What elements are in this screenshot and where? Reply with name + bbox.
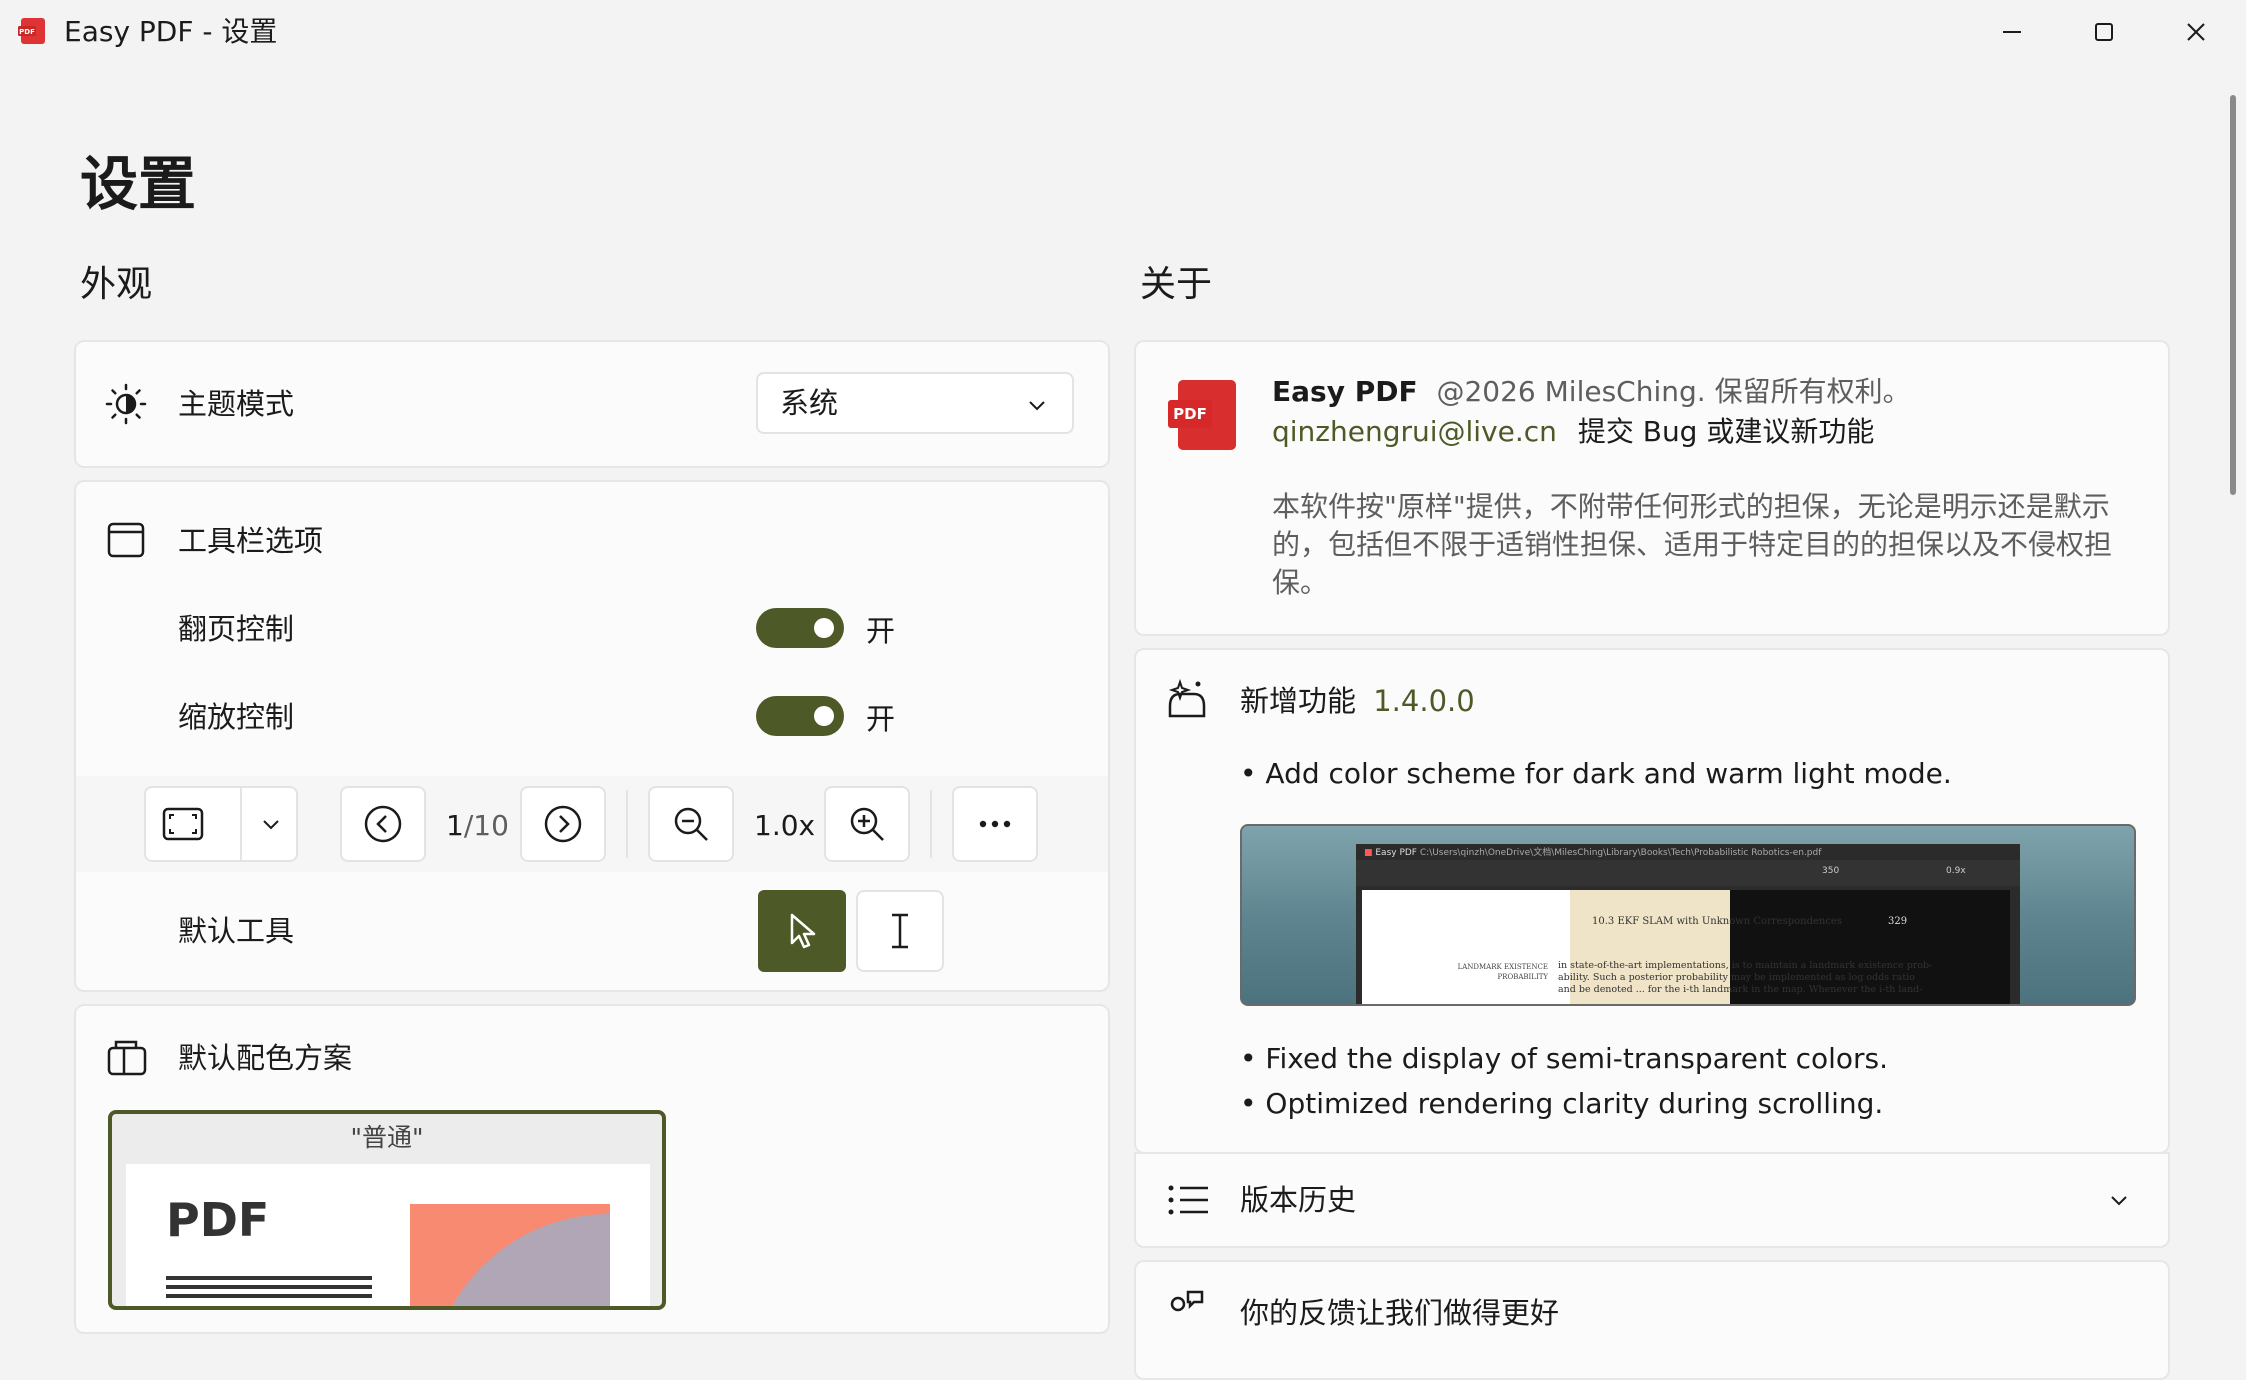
chevron-down-icon[interactable]: [2108, 1189, 2130, 1211]
list-icon: [1166, 1180, 1212, 1224]
page-title: 设置: [80, 150, 197, 218]
preview-pdf-text: PDF: [166, 1193, 270, 1247]
color-scheme-option-normal[interactable]: "普通" PDF: [108, 1110, 666, 1310]
pdf-app-logo: PDF: [1168, 378, 1240, 456]
zoom-control-state: 开: [866, 702, 896, 736]
prev-page-button[interactable]: [340, 786, 426, 862]
copyright-text: @2026 MilesChing. 保留所有权利。: [1436, 375, 1911, 408]
feedback-icon: [1166, 1288, 1206, 1332]
minimize-icon: [2003, 31, 2021, 33]
zoom-control-label: 缩放控制: [178, 700, 295, 734]
color-scheme-preview: PDF: [126, 1164, 650, 1306]
zoom-level: 1.0x: [754, 809, 816, 842]
feedback-label: 你的反馈让我们做得更好: [1240, 1296, 1560, 1330]
whats-new-screenshot: ■ Easy PDF C:\Users\qinzh\OneDrive\文档\Mi…: [1240, 824, 2136, 1006]
zoom-in-button[interactable]: [824, 786, 910, 862]
chevron-right-circle-icon: [544, 805, 582, 843]
window-title: Easy PDF - 设置: [64, 15, 278, 48]
view-mode-button[interactable]: [144, 786, 298, 862]
chevron-left-circle-icon: [364, 805, 402, 843]
whats-new-item: • Fixed the display of semi-transparent …: [1240, 1042, 1889, 1075]
more-button[interactable]: [952, 786, 1038, 862]
whats-new-item: • Add color scheme for dark and warm lig…: [1240, 757, 1952, 790]
feedback-link[interactable]: 提交 Bug 或建议新功能: [1578, 415, 1875, 448]
disclaimer-text: 本软件按"原样"提供，不附带任何形式的担保，无论是明示还是默示的，包括但不限于适…: [1272, 490, 2113, 599]
theme-dropdown[interactable]: 系统: [756, 372, 1074, 434]
fit-page-icon: [162, 807, 204, 841]
brightness-icon: [104, 382, 148, 430]
screenshot-window: ■ Easy PDF C:\Users\qinzh\OneDrive\文档\Mi…: [1356, 844, 2020, 1004]
svg-text:PDF: PDF: [1173, 405, 1207, 423]
color-scheme-label: 默认配色方案: [178, 1041, 353, 1075]
toolbar-divider: [626, 790, 628, 858]
version-history-label: 版本历史: [1240, 1183, 1357, 1217]
title-bar: [0, 0, 2246, 64]
svg-text:PDF: PDF: [19, 28, 35, 36]
app-name: Easy PDF: [1272, 375, 1418, 408]
screenshot-toolbar: 350 0.9x: [1356, 860, 2020, 886]
whats-new-item: • Optimized rendering clarity during scr…: [1240, 1087, 1884, 1120]
whats-new-header: 新增功能 1.4.0.0: [1240, 682, 1475, 720]
preview-shape: [410, 1204, 610, 1306]
page-control-state: 开: [866, 614, 896, 648]
chevron-down-icon: [263, 820, 279, 830]
color-scheme-icon: [106, 1038, 148, 1082]
screenshot-page: 10.3 EKF SLAM with Unknown Correspondenc…: [1362, 890, 2010, 1004]
page-control-label: 翻页控制: [178, 612, 295, 646]
appearance-section-title: 外观: [80, 264, 153, 305]
about-links: qinzhengrui@live.cn 提交 Bug 或建议新功能: [1272, 412, 1874, 452]
zoom-in-icon: [850, 807, 884, 841]
text-select-tool-button[interactable]: [856, 890, 944, 972]
zoom-control-toggle[interactable]: [756, 696, 844, 736]
page-indicator: 1/10: [446, 809, 509, 842]
about-section-title: 关于: [1140, 264, 1213, 305]
about-header: Easy PDF @2026 MilesChing. 保留所有权利。: [1272, 372, 1911, 412]
window-icon: [106, 520, 146, 564]
toolbar-divider: [930, 790, 932, 858]
sparkle-icon: [1164, 676, 1210, 726]
select-tool-button[interactable]: [758, 890, 846, 972]
theme-dropdown-value: 系统: [780, 386, 839, 420]
toolbar-options-label: 工具栏选项: [178, 524, 324, 558]
whats-new-label: 新增功能: [1240, 684, 1357, 718]
app-icon: PDF: [18, 16, 48, 46]
color-scheme-option-name: "普通": [350, 1123, 424, 1152]
version-number: 1.4.0.0: [1373, 684, 1475, 718]
more-icon: [979, 820, 1011, 828]
screenshot-titlebar: ■ Easy PDF C:\Users\qinzh\OneDrive\文档\Mi…: [1364, 848, 1822, 858]
email-link[interactable]: qinzhengrui@live.cn: [1272, 415, 1557, 448]
next-page-button[interactable]: [520, 786, 606, 862]
cursor-icon: [790, 913, 816, 949]
chevron-down-icon: [1029, 401, 1045, 411]
default-tool-label: 默认工具: [178, 914, 295, 948]
preview-text-lines: [166, 1276, 372, 1298]
vertical-scrollbar[interactable]: [2230, 95, 2236, 495]
theme-label: 主题模式: [178, 387, 295, 421]
zoom-out-button[interactable]: [648, 786, 734, 862]
close-icon: [2187, 23, 2205, 41]
maximize-button[interactable]: [2058, 0, 2150, 64]
close-button[interactable]: [2150, 0, 2242, 64]
text-cursor-icon: [892, 913, 908, 949]
zoom-out-icon: [674, 807, 708, 841]
page-control-toggle[interactable]: [756, 608, 844, 648]
maximize-icon: [2095, 23, 2113, 41]
minimize-button[interactable]: [1966, 0, 2058, 64]
